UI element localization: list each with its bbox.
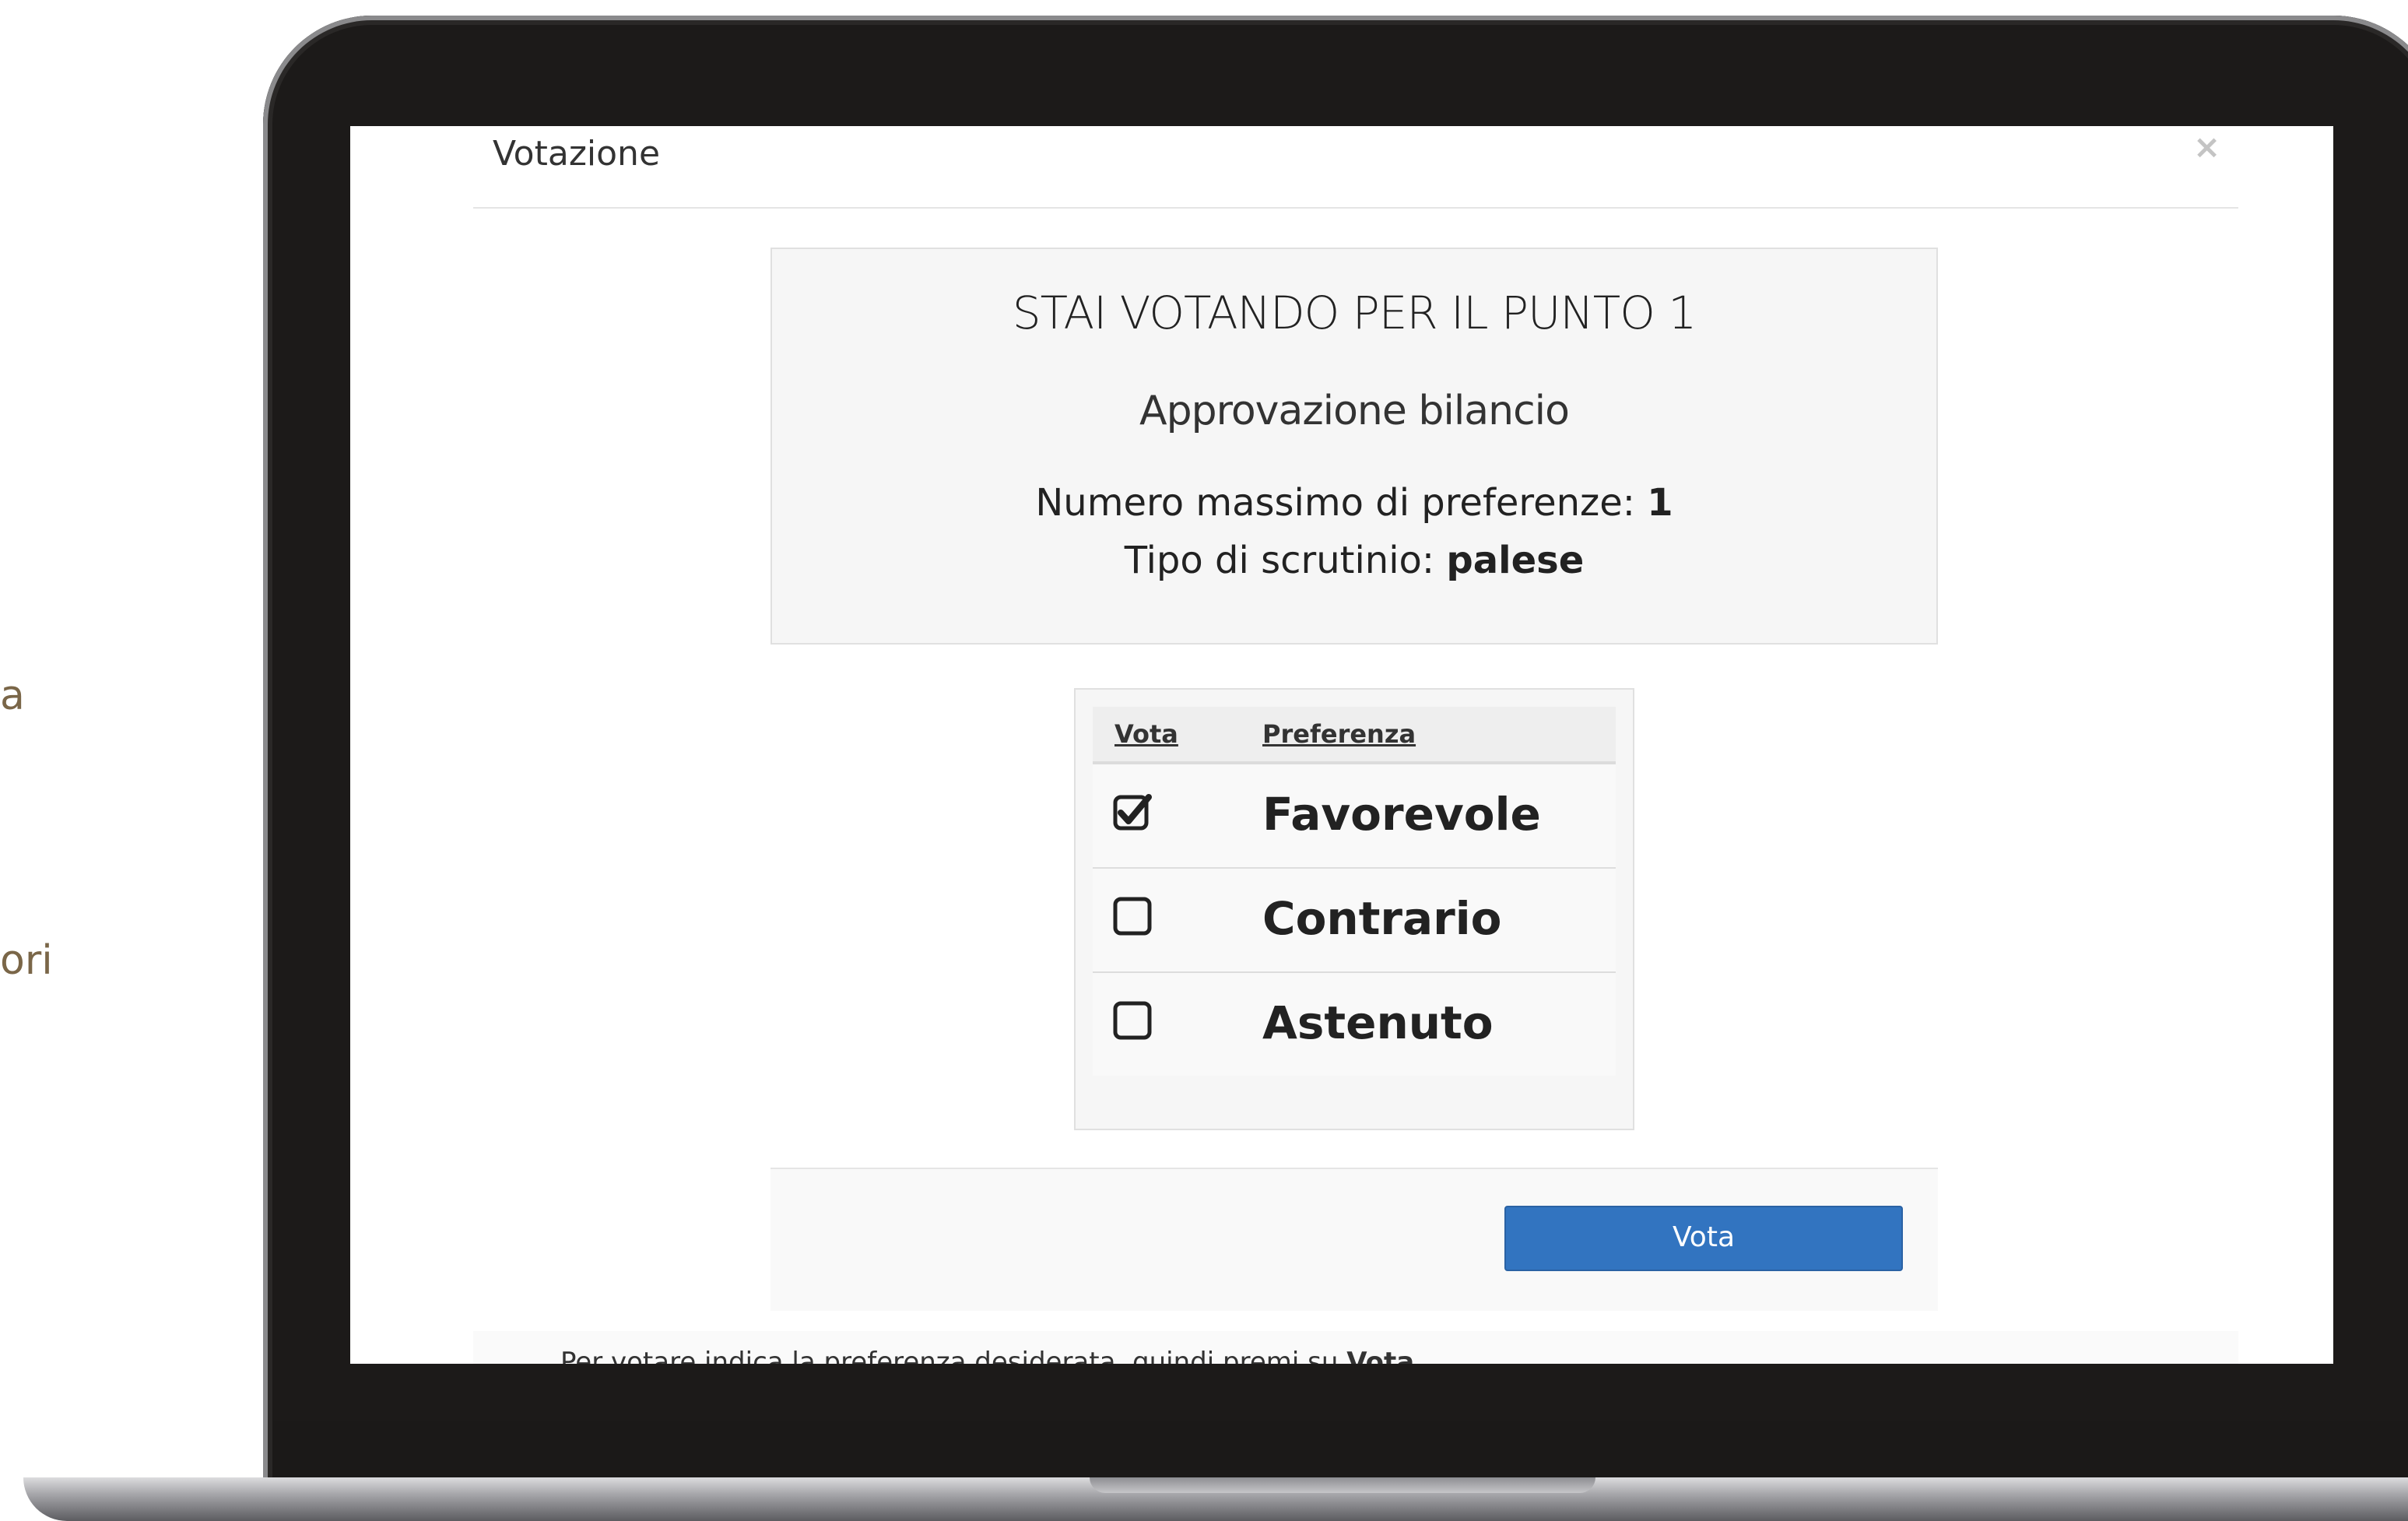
instruction-bold: Vota [1346, 1347, 1415, 1364]
table-row[interactable]: Astenuto [1093, 973, 1616, 1076]
max-preferences-line: Numero massimo di preferenze: 1 [772, 481, 1936, 525]
laptop-screen: Votazione × STAI VOTANDO PER IL PUNTO 1 … [350, 126, 2333, 1364]
table-row[interactable]: Favorevole [1093, 764, 1616, 869]
max-preferences-value: 1 [1647, 481, 1673, 525]
checkbox-empty-icon[interactable] [1113, 897, 1152, 936]
side-text-fragment: ori [0, 937, 53, 984]
instruction-prefix: Per votare indica la preferenza desidera… [560, 1347, 1347, 1364]
table-header: Vota Preferenza [1093, 707, 1616, 764]
vote-info-panel: STAI VOTANDO PER IL PUNTO 1 Approvazione… [770, 248, 1938, 645]
side-text-fragment: a [0, 673, 25, 719]
laptop-chin [272, 1421, 2408, 1479]
option-label-contrario: Contrario [1262, 892, 1502, 945]
instruction-text: Per votare indica la preferenza desidera… [560, 1347, 1414, 1364]
max-preferences-label: Numero massimo di preferenze: [1035, 481, 1648, 525]
vote-button[interactable]: Vota [1504, 1206, 1903, 1271]
ballot-type-value: palese [1446, 539, 1585, 582]
header-divider [473, 207, 2238, 209]
ballot-type-label: Tipo di scrutinio: [1124, 539, 1447, 582]
page: a ori Votazione × STAI VOTANDO PER IL PU… [0, 0, 2408, 1521]
voting-subject: Approvazione bilancio [1139, 388, 1570, 434]
vote-options-table: Vota Preferenza Favorevole Contrario Ast… [1093, 707, 1616, 1076]
vote-options-panel: Vota Preferenza Favorevole Contrario Ast… [1074, 688, 1634, 1130]
modal-title: Votazione [493, 134, 661, 174]
voting-point-heading: STAI VOTANDO PER IL PUNTO 1 [1012, 286, 1697, 339]
ballot-type-line: Tipo di scrutinio: palese [772, 539, 1936, 582]
option-label-astenuto: Astenuto [1262, 996, 1494, 1049]
column-header-preference[interactable]: Preferenza [1262, 719, 1416, 749]
close-icon[interactable]: × [2193, 128, 2220, 166]
option-label-favorevole: Favorevole [1262, 788, 1541, 841]
laptop-notch [1090, 1477, 1595, 1493]
checkbox-checked-icon[interactable] [1113, 792, 1152, 831]
table-row[interactable]: Contrario [1093, 869, 1616, 973]
checkbox-empty-icon[interactable] [1113, 1001, 1152, 1040]
column-header-vote[interactable]: Vota [1114, 719, 1178, 749]
